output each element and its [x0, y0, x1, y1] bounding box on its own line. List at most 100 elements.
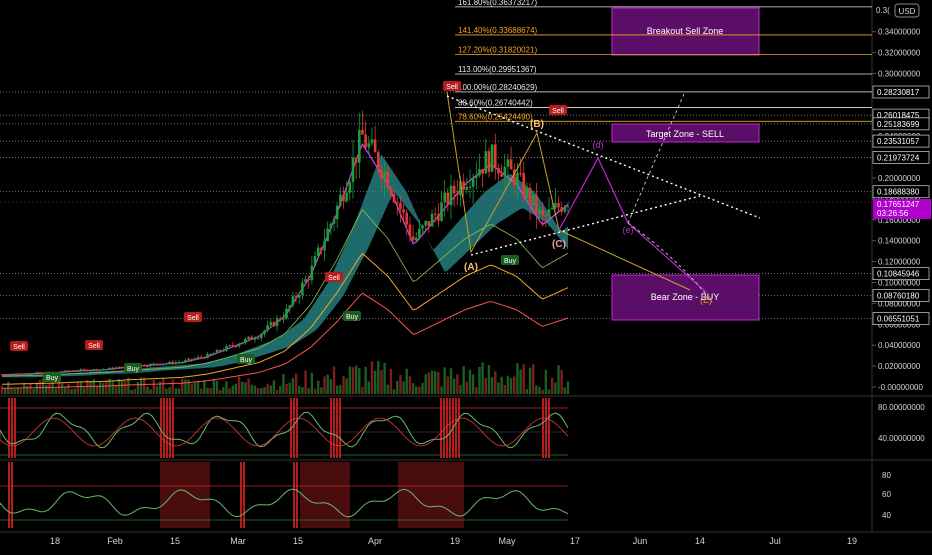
- candle-body: [418, 228, 421, 238]
- volume-bar: [408, 376, 412, 394]
- candle-body: [478, 169, 481, 176]
- osc1-signal-bar: [443, 398, 445, 458]
- volume-bar: [541, 389, 544, 394]
- volume-bar: [244, 382, 247, 394]
- candle-body: [367, 143, 371, 148]
- candle-body: [95, 369, 99, 371]
- candle-body: [190, 358, 194, 360]
- volume-bar: [111, 380, 114, 394]
- level-badge-text: 0.06551051: [877, 315, 920, 324]
- osc1-tick-label: 40.00000000: [878, 434, 925, 443]
- candle-body: [165, 363, 168, 365]
- volume-bar: [70, 389, 73, 394]
- time-axis-label: Feb: [107, 536, 123, 546]
- osc2-tick-label: 80: [882, 471, 891, 480]
- volume-bar: [222, 387, 225, 394]
- candle-body: [237, 344, 241, 347]
- candle-body: [405, 212, 409, 225]
- candle-body: [259, 334, 263, 339]
- volume-bar: [430, 370, 434, 394]
- volume-bar: [48, 383, 51, 394]
- volume-bar: [405, 368, 408, 394]
- buy-signal-label: Buy: [127, 366, 140, 373]
- volume-bar: [424, 374, 427, 394]
- volume-bar: [250, 384, 253, 394]
- currency-label: USD: [899, 7, 916, 16]
- volume-bar: [380, 370, 383, 394]
- volume-bar: [162, 378, 165, 394]
- volume-bar: [544, 369, 548, 394]
- candle-body: [203, 357, 206, 359]
- candle-body: [171, 361, 175, 364]
- candle-body: [452, 185, 456, 194]
- volume-bar: [139, 377, 143, 394]
- time-axis-label: 15: [170, 536, 180, 546]
- volume-bar: [386, 384, 389, 394]
- candle-body: [10, 374, 13, 376]
- candle-body: [79, 369, 83, 371]
- oscillator-pane-1[interactable]: [0, 397, 872, 459]
- candle-body: [266, 325, 269, 331]
- volume-bar: [294, 373, 298, 394]
- price-tick-label: 0.32000000: [878, 49, 921, 58]
- candle-body: [215, 349, 219, 354]
- volume-bar: [532, 364, 535, 394]
- osc1-signal-bar: [8, 398, 10, 458]
- volume-bar: [184, 379, 187, 394]
- wave-label-d: (d): [593, 140, 604, 150]
- sell-signal-label: Sell: [328, 275, 340, 282]
- volume-bar: [475, 387, 478, 394]
- volume-bar: [332, 366, 336, 394]
- candle-body: [206, 353, 209, 359]
- target-zone-label: Target Zone - SELL: [646, 129, 724, 139]
- volume-bar: [149, 389, 152, 394]
- buy-signal-label: Buy: [46, 375, 59, 382]
- price-tick-label: 0.20000000: [878, 174, 921, 183]
- volume-bar: [307, 388, 310, 394]
- candle-body: [212, 353, 216, 355]
- volume-bar: [326, 374, 329, 394]
- volume-bar: [165, 388, 168, 394]
- volume-bar: [462, 366, 465, 394]
- volume-bar: [566, 381, 570, 394]
- volume-bar: [509, 378, 513, 394]
- candle-body: [263, 330, 266, 335]
- volume-bar: [168, 387, 171, 394]
- price-tick-top: 0.3(: [876, 6, 890, 15]
- volume-bar: [522, 364, 525, 394]
- volume-bar: [279, 386, 282, 394]
- volume-bar: [415, 386, 418, 394]
- level-badge-text: 0.28230817: [877, 88, 920, 97]
- volume-bar: [218, 389, 222, 394]
- volume-bar: [143, 377, 146, 394]
- candle-body: [430, 213, 434, 227]
- chart-svg[interactable]: 161.80%(0.36373217) 141.40%(0.33688674) 12…: [0, 0, 932, 550]
- volume-bar: [563, 387, 567, 394]
- osc2-tick-label: 40: [882, 511, 891, 520]
- volume-bar: [124, 381, 127, 394]
- price-tick-label: 0.34000000: [878, 28, 921, 37]
- candle-body: [82, 369, 86, 371]
- candle-body: [3, 374, 7, 376]
- wave-label-c: (C): [552, 239, 566, 250]
- candle-body: [497, 168, 500, 174]
- candle-body: [70, 370, 73, 372]
- volume-bar: [351, 367, 355, 394]
- fib-level-label: 127.20%(0.31820021): [458, 45, 538, 54]
- candle-body: [16, 373, 20, 375]
- volume-bar: [26, 386, 29, 394]
- candle-body: [177, 362, 181, 364]
- candle-body: [329, 223, 333, 229]
- candle-body: [519, 172, 522, 174]
- trading-chart[interactable]: 161.80%(0.36373217) 141.40%(0.33688674) 12…: [0, 0, 932, 550]
- candle-body: [161, 364, 165, 366]
- candle-body: [63, 370, 67, 372]
- osc2-highlight: [160, 462, 210, 528]
- price-pane[interactable]: [0, 0, 872, 395]
- osc2-highlight: [398, 462, 464, 528]
- volume-bar: [550, 377, 554, 394]
- osc1-signal-bar: [330, 398, 332, 458]
- volume-bar: [358, 368, 361, 394]
- candle-body: [380, 169, 383, 180]
- volume-bar: [76, 382, 80, 394]
